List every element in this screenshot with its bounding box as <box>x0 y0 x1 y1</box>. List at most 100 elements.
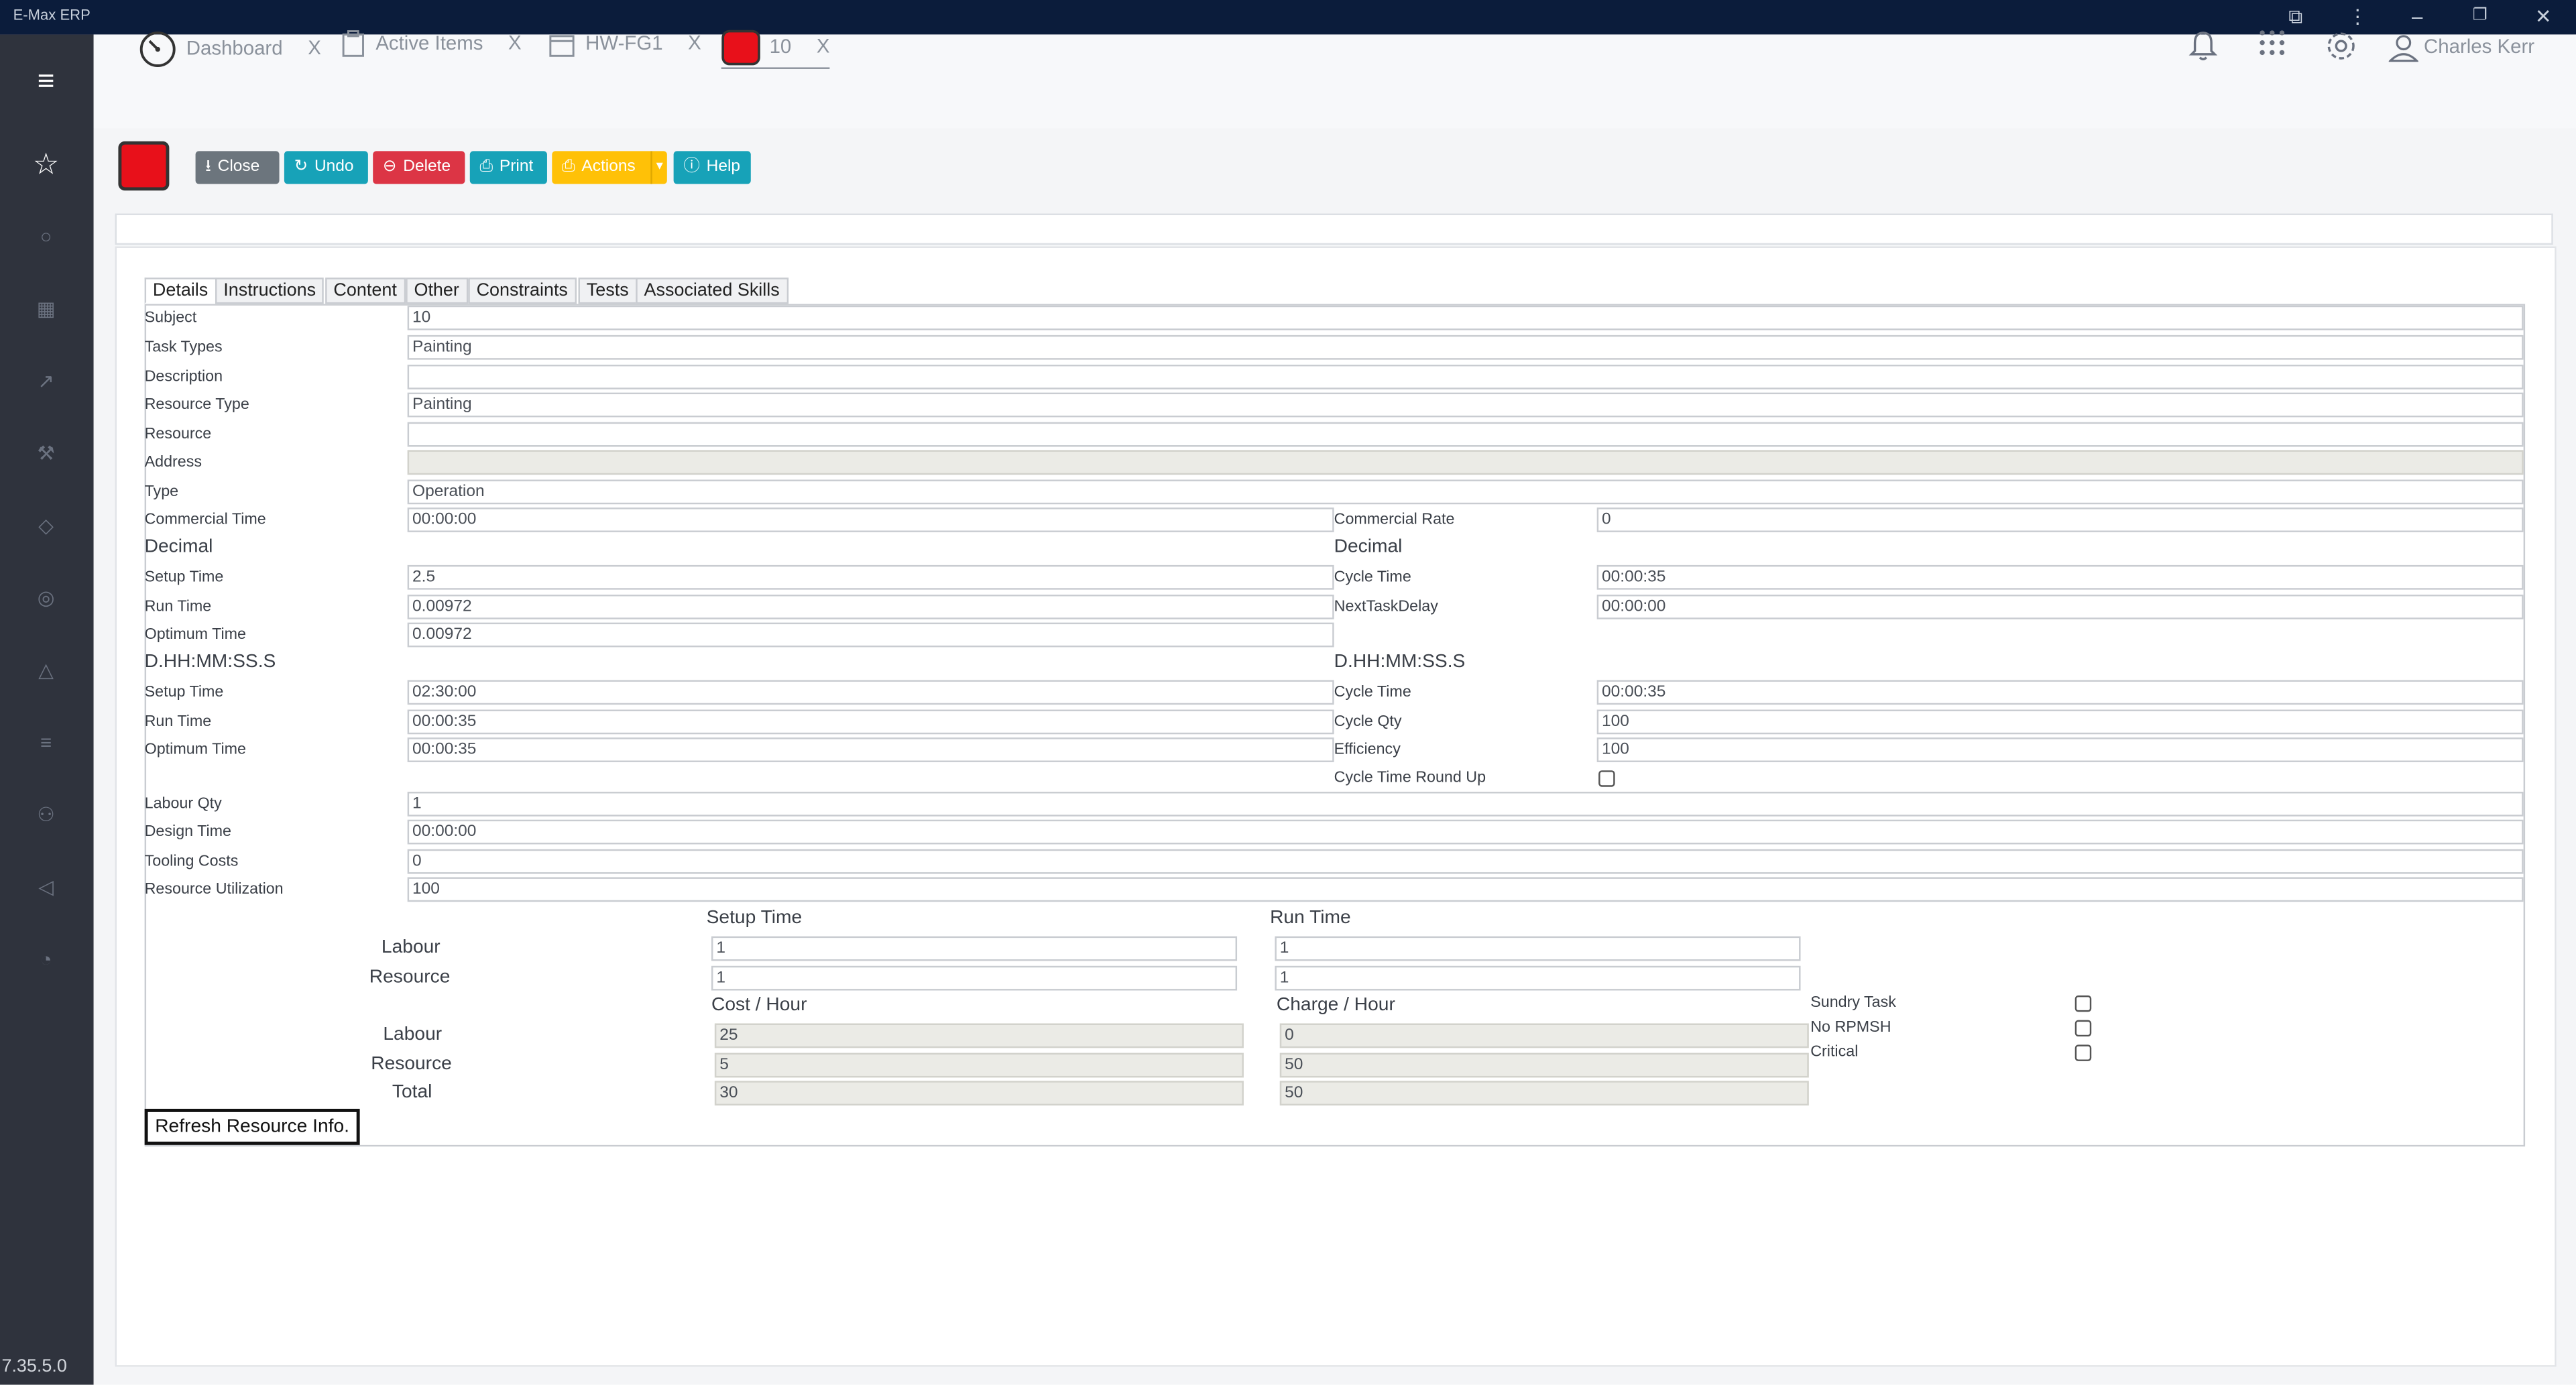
lightbulb-icon[interactable]: ○ <box>28 222 64 251</box>
favorites-star-icon[interactable]: ☆ <box>28 149 64 179</box>
tab-close-icon[interactable]: X <box>817 35 830 58</box>
minimize-icon[interactable]: – <box>2412 3 2422 29</box>
setup-labour-field[interactable]: 1 <box>711 936 1238 961</box>
cycle-time-hms-field[interactable]: 00:00:35 <box>1596 680 2524 705</box>
cost-labour-field: 25 <box>714 1023 1244 1048</box>
close-window-icon[interactable]: ✕ <box>2535 3 2552 29</box>
resource-utilization-label: Resource Utilization <box>144 880 284 899</box>
cost-resource-label: Resource <box>371 1055 452 1075</box>
tab-associated-skills[interactable]: Associated Skills <box>636 278 788 304</box>
tab-label: HW-FG1 <box>585 31 663 55</box>
tab-details[interactable]: Details <box>144 278 217 304</box>
optimum-time-decimal-field[interactable]: 0.00972 <box>407 622 1334 648</box>
tab-tests[interactable]: Tests <box>578 278 637 304</box>
efficiency-field[interactable]: 100 <box>1596 737 2524 762</box>
setup-time-hms-field[interactable]: 02:30:00 <box>407 680 1334 705</box>
calendar-icon[interactable]: ▦ <box>28 294 64 324</box>
tab-hw-fg1[interactable]: HW-FG1 X <box>547 29 701 66</box>
next-task-delay-label: NextTaskDelay <box>1334 597 1438 616</box>
warning-icon[interactable]: △ <box>28 656 64 685</box>
description-field[interactable] <box>407 364 2524 389</box>
megaphone-icon[interactable]: ◁ <box>28 872 64 902</box>
resource-type-field[interactable]: Painting <box>407 392 2524 418</box>
dhms-heading-right: D.HH:MM:SS.S <box>1334 652 1466 672</box>
run-time-decimal-label: Run Time <box>144 597 212 616</box>
tooling-costs-field[interactable]: 0 <box>407 849 2524 874</box>
setup-time-decimal-field[interactable]: 2.5 <box>407 564 1334 590</box>
apps-grid-icon[interactable] <box>2259 29 2285 64</box>
run-labour-field[interactable]: 1 <box>1275 936 1801 961</box>
resource-utilization-field[interactable]: 100 <box>407 877 2524 902</box>
tab-constraints[interactable]: Constraints <box>468 278 577 304</box>
tab-close-icon[interactable]: X <box>508 32 522 54</box>
close-button[interactable]: ⭳ Close <box>195 151 280 184</box>
labour-qty-field[interactable]: 1 <box>407 792 2524 817</box>
actions-dropdown-caret-icon[interactable]: ▼ <box>650 151 667 184</box>
tab-instructions[interactable]: Instructions <box>215 278 325 304</box>
commercial-time-field[interactable]: 00:00:00 <box>407 507 1334 532</box>
user-menu[interactable]: Charles Kerr <box>2388 33 2535 62</box>
extensions-icon[interactable]: ⧉ <box>2288 3 2302 29</box>
users-icon[interactable]: ⚇ <box>28 800 64 829</box>
setup-time-header: Setup Time <box>706 908 803 928</box>
chart-icon[interactable]: ↗ <box>28 366 64 396</box>
database-icon[interactable]: ≡ <box>28 727 64 757</box>
optimum-time-hms-field[interactable]: 00:00:35 <box>407 737 1334 762</box>
save-close-icon: ⭳ <box>205 158 211 176</box>
app-title: E-Max ERP <box>13 6 91 23</box>
no-rpmsh-checkbox[interactable] <box>2074 1020 2092 1037</box>
settings-gear-icon[interactable] <box>2325 29 2357 70</box>
cycle-qty-field[interactable]: 100 <box>1596 709 2524 735</box>
refresh-resource-info-button[interactable]: Refresh Resource Info. <box>144 1108 360 1145</box>
tab-content[interactable]: Content <box>325 278 406 304</box>
delete-icon: ⊖ <box>382 158 397 176</box>
next-task-delay-field[interactable]: 00:00:00 <box>1596 595 2524 619</box>
status-indicator[interactable] <box>118 141 170 191</box>
cost-total-field: 30 <box>714 1081 1244 1106</box>
tools-icon[interactable]: ⚒ <box>28 438 64 468</box>
type-field[interactable]: Operation <box>407 479 2524 505</box>
tab-active-items[interactable]: Active Items X <box>339 29 522 66</box>
restore-icon[interactable]: ❐ <box>2473 3 2487 29</box>
run-time-decimal-field[interactable]: 0.00972 <box>407 595 1334 619</box>
run-time-hms-field[interactable]: 00:00:35 <box>407 709 1334 735</box>
notifications-bell-icon[interactable] <box>2188 29 2218 70</box>
description-label: Description <box>144 367 223 386</box>
delete-button[interactable]: ⊖ Delete <box>373 151 465 184</box>
tab-dashboard[interactable]: Dashboard X <box>138 29 321 67</box>
subject-field[interactable]: 10 <box>407 305 2524 330</box>
dashboard-gauge-icon[interactable]: ◔ <box>28 945 64 974</box>
box-icon[interactable]: ◇ <box>28 511 64 540</box>
actions-button[interactable]: ⎙ Actions ▼ <box>552 151 667 184</box>
speedometer-icon <box>139 32 176 67</box>
sidebar: ≡ ☆ ○ ▦ ↗ ⚒ ◇ ◎ △ ≡ ⚇ ◁ ◔ 7.35.5.0 <box>0 34 94 1385</box>
cycle-time-decimal-field[interactable]: 00:00:35 <box>1596 564 2524 590</box>
tab-other[interactable]: Other <box>406 278 468 304</box>
tab-close-icon[interactable]: X <box>688 32 701 54</box>
critical-checkbox[interactable] <box>2074 1044 2092 1061</box>
commercial-rate-field[interactable]: 0 <box>1596 507 2524 532</box>
target-icon[interactable]: ◎ <box>28 583 64 613</box>
design-time-field[interactable]: 00:00:00 <box>407 819 2524 845</box>
optimum-time-hms-label: Optimum Time <box>144 741 246 760</box>
run-resource-field[interactable]: 1 <box>1275 965 1801 991</box>
hamburger-menu-icon[interactable]: ≡ <box>28 66 64 95</box>
undo-button[interactable]: ↻ Undo <box>284 151 368 184</box>
resource-field[interactable] <box>407 422 2524 447</box>
cycle-time-hms-label: Cycle Time <box>1334 683 1411 702</box>
print-button[interactable]: ⎙ Print <box>469 151 547 184</box>
tab-10[interactable]: 10 X <box>721 29 830 69</box>
sundry-task-checkbox[interactable] <box>2074 995 2092 1012</box>
task-types-label: Task Types <box>144 338 223 357</box>
cycle-time-round-up-label: Cycle Time Round Up <box>1334 768 1486 787</box>
more-options-icon[interactable]: ⋮ <box>2347 3 2367 29</box>
efficiency-label: Efficiency <box>1334 741 1401 760</box>
setup-resource-field[interactable]: 1 <box>711 965 1238 991</box>
undo-icon: ↻ <box>294 158 308 176</box>
cycle-time-round-up-checkbox[interactable] <box>1598 770 1615 787</box>
optimum-time-decimal-label: Optimum Time <box>144 625 246 644</box>
user-name: Charles Kerr <box>2424 34 2535 58</box>
task-types-field[interactable]: Painting <box>407 335 2524 360</box>
tab-close-icon[interactable]: X <box>308 36 321 59</box>
help-button[interactable]: ⓘ Help <box>673 151 751 184</box>
